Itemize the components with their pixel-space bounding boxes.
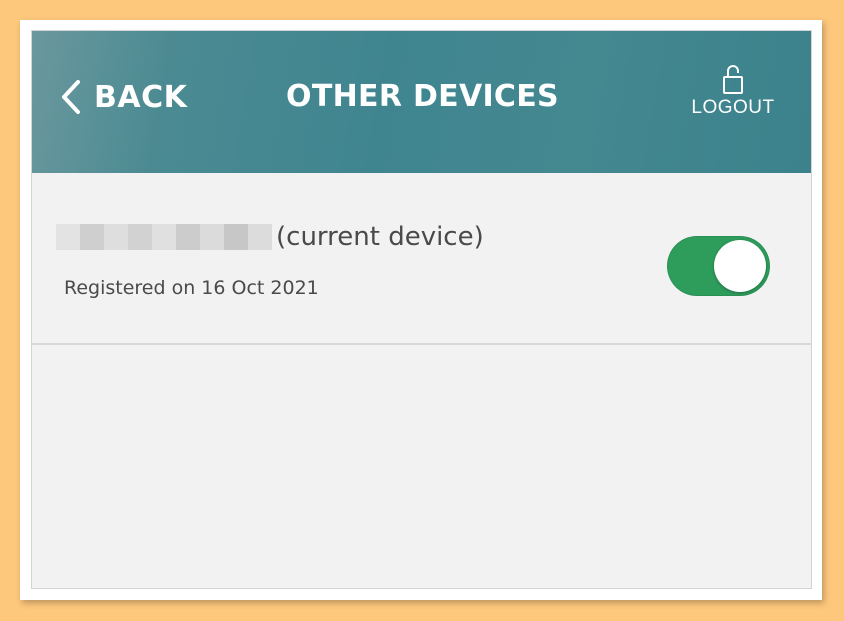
app-screen: BACK OTHER DEVICES LOGOUT (current devic… [31, 30, 812, 589]
unlocked-padlock-icon [723, 65, 743, 94]
app-header: BACK OTHER DEVICES LOGOUT [32, 31, 811, 173]
device-enabled-toggle[interactable] [667, 236, 770, 296]
current-device-label: (current device) [276, 222, 484, 252]
logout-label: LOGOUT [691, 97, 775, 118]
device-name: (current device) [56, 221, 484, 253]
toggle-knob [714, 240, 766, 292]
logout-button[interactable]: LOGOUT [688, 63, 778, 125]
registered-date: Registered on 16 Oct 2021 [64, 277, 319, 299]
device-list-item: (current device) Registered on 16 Oct 20… [32, 173, 811, 345]
redacted-device-name [56, 224, 272, 250]
